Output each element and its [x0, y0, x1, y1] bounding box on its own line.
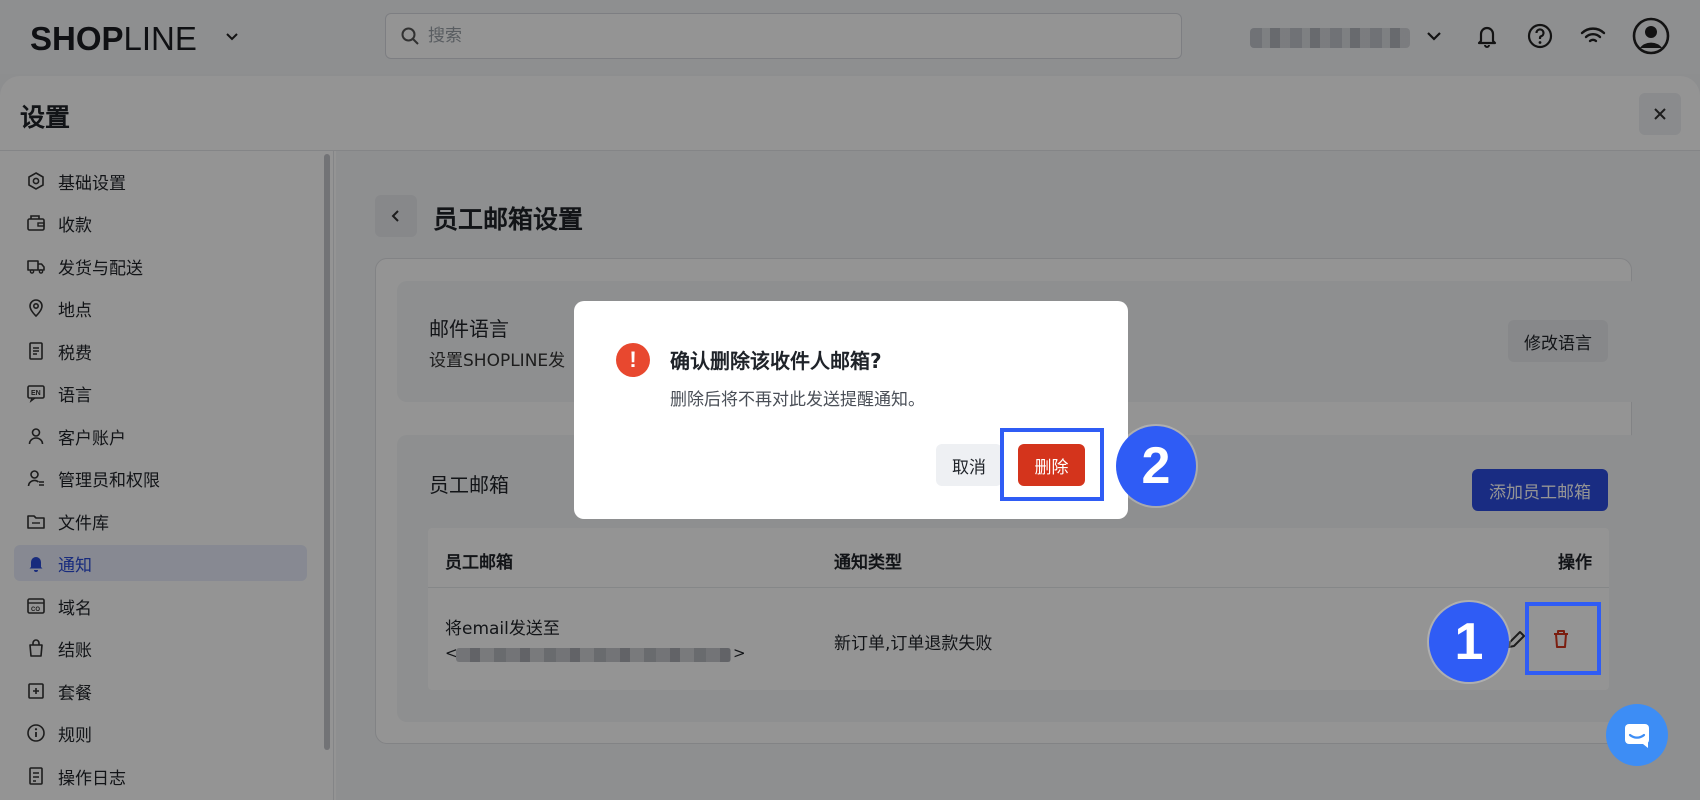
step-marker-2: 2 — [1116, 426, 1196, 506]
dialog-description: 删除后将不再对此发送提醒通知。 — [670, 390, 925, 410]
highlight-box-delete-confirm — [1000, 428, 1104, 501]
dialog-title: 确认删除该收件人邮箱? — [670, 349, 882, 373]
cancel-button[interactable]: 取消 — [936, 444, 1002, 486]
step-marker-1: 1 — [1429, 602, 1509, 682]
chat-icon — [1625, 724, 1649, 748]
highlight-box-trash — [1525, 602, 1601, 675]
warning-icon: ! — [616, 343, 650, 377]
chat-button[interactable] — [1606, 704, 1668, 766]
